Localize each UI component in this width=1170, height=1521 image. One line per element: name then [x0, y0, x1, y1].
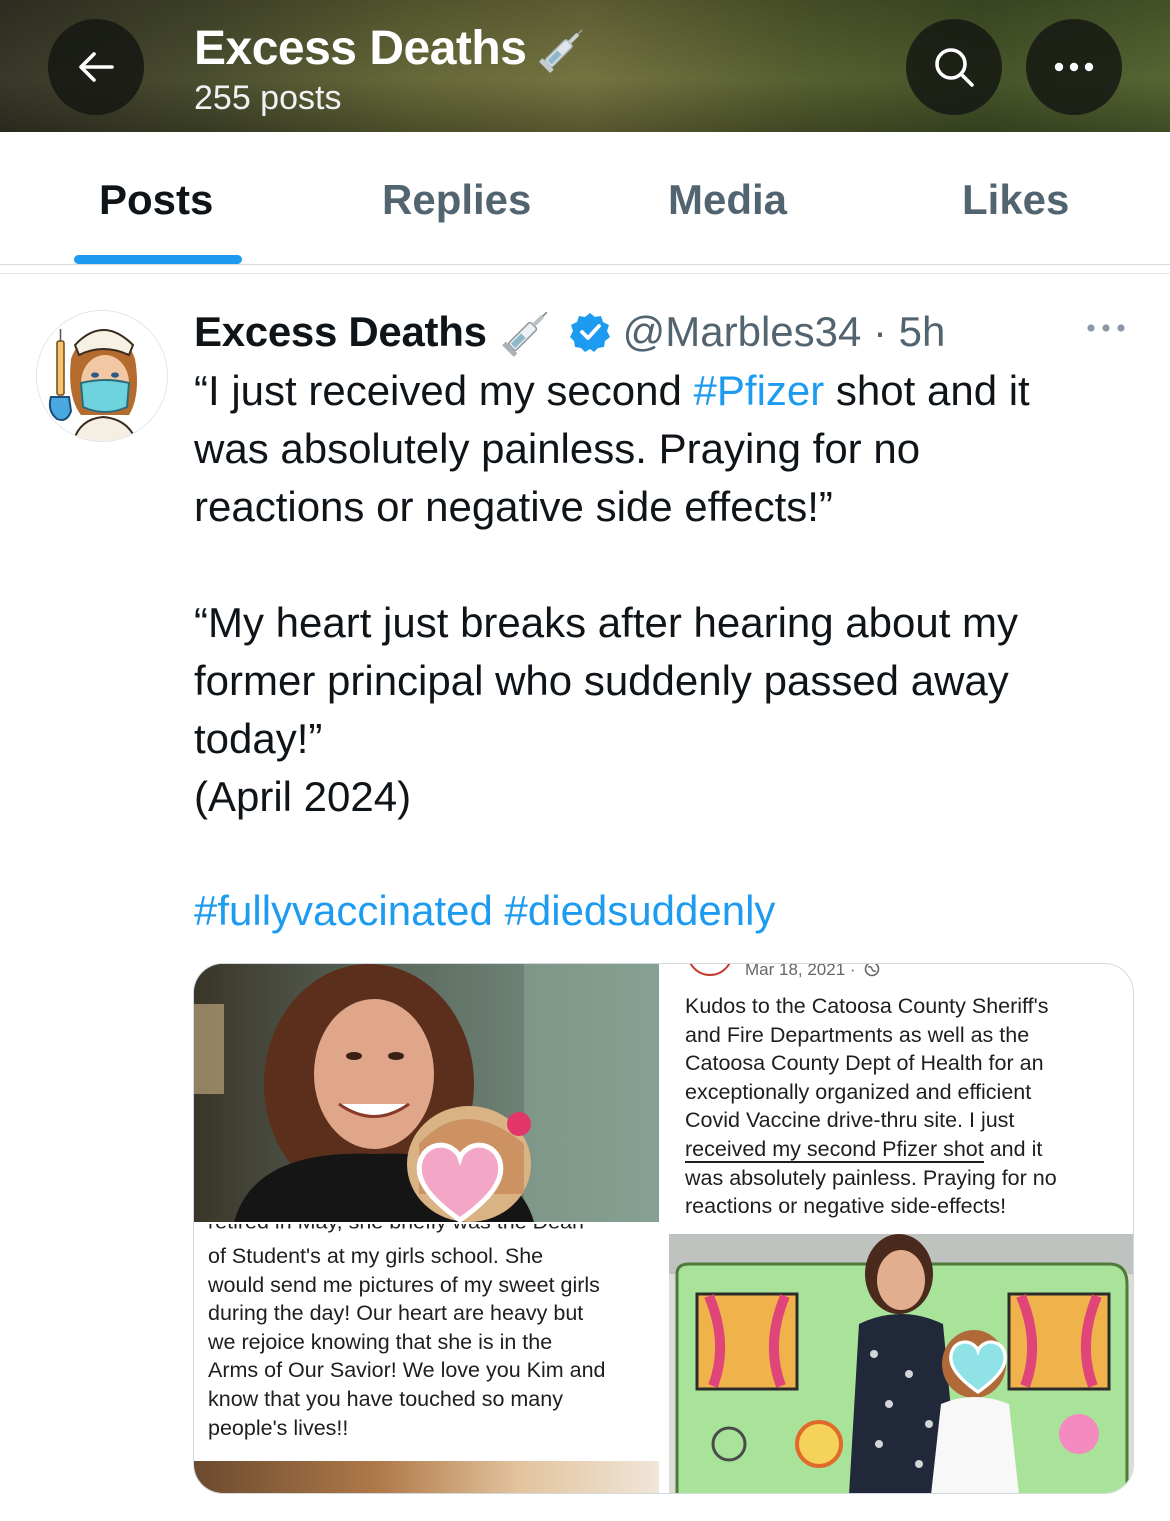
photo-illustration: [669, 1234, 1133, 1493]
media-photo-woman-child[interactable]: [194, 964, 659, 1222]
post-header: Excess Deaths @Marbles34 · 5h: [194, 304, 945, 360]
syringe-icon: [502, 311, 547, 357]
heart-icon: [949, 1340, 1007, 1395]
heart-icon: [416, 1142, 504, 1222]
fb-avatar-badge: [687, 964, 733, 976]
divider: [0, 273, 1170, 274]
post-text-line: (April 2024): [194, 773, 412, 820]
avatar-nurse-illustration: [37, 311, 167, 441]
post-hashtags: #fullyvaccinated #diedsuddenly: [194, 882, 775, 940]
post-text: “I just received my second #Pfizer shot …: [194, 362, 1144, 826]
tab-replies[interactable]: Replies: [382, 176, 531, 224]
more-icon: [1087, 324, 1125, 332]
post-count: 255 posts: [194, 79, 342, 117]
profile-tabs: Posts Replies Media Likes: [0, 132, 1170, 264]
photo-strip: [194, 1461, 659, 1493]
profile-header: Excess Deaths 255 posts: [0, 0, 1170, 132]
divider: [0, 264, 1170, 265]
handle-and-time[interactable]: @Marbles34 · 5h: [623, 308, 946, 356]
hashtag-pfizer[interactable]: #Pfizer: [694, 367, 825, 414]
active-tab-indicator: [74, 255, 242, 264]
globe-icon: [864, 964, 880, 977]
fb-post-date: Mar 18, 2021 ·: [745, 964, 880, 980]
post-text-line: “I just received my second #Pfizer shot …: [194, 367, 1030, 414]
post-more-button[interactable]: [1084, 318, 1128, 343]
media-facebook-post[interactable]: Mar 18, 2021 · Kudos to the Catoosa Coun…: [669, 964, 1133, 1226]
post-media-grid[interactable]: Mar 18, 2021 · Kudos to the Catoosa Coun…: [193, 963, 1134, 1494]
back-arrow-icon: [79, 52, 114, 82]
more-icon: [1054, 62, 1094, 72]
header-title-block: Excess Deaths 255 posts: [194, 22, 590, 118]
post-text-line: former principal who suddenly passed awa…: [194, 657, 1009, 704]
hashtag-fullyvaccinated[interactable]: #fullyvaccinated: [194, 887, 493, 934]
tab-posts[interactable]: Posts: [99, 176, 213, 224]
media-tribute-text[interactable]: retired in May, she briefly was the Dean…: [194, 1224, 659, 1493]
tribute-text: of Student's at my girls school. She wou…: [208, 1244, 606, 1440]
syringe-icon: [539, 29, 584, 73]
header-title: Excess Deaths: [194, 22, 590, 76]
post-text-line: “My heart just breaks after hearing abou…: [194, 599, 1019, 646]
back-button[interactable]: [48, 19, 144, 115]
post-text-line: reactions or negative side effects!”: [194, 483, 833, 530]
post-text-line: today!”: [194, 715, 323, 762]
tab-likes[interactable]: Likes: [962, 176, 1069, 224]
search-icon: [935, 48, 974, 87]
avatar[interactable]: [36, 310, 168, 442]
author-name[interactable]: Excess Deaths: [194, 308, 487, 356]
verified-badge-icon: [569, 313, 610, 352]
search-button[interactable]: [906, 19, 1002, 115]
hashtag-diedsuddenly[interactable]: #diedsuddenly: [505, 887, 776, 934]
more-options-button[interactable]: [1026, 19, 1122, 115]
tribute-cut-line: retired in May, she briefly was the Dean: [208, 1224, 584, 1234]
underlined-phrase: received my second Pfizer shot: [685, 1136, 984, 1163]
post-text-line: was absolutely painless. Praying for no: [194, 425, 921, 472]
fb-post-text: Kudos to the Catoosa County Sheriff's an…: [685, 994, 1057, 1219]
tab-media[interactable]: Media: [668, 176, 787, 224]
media-photo-van-backdrop[interactable]: [669, 1234, 1133, 1493]
